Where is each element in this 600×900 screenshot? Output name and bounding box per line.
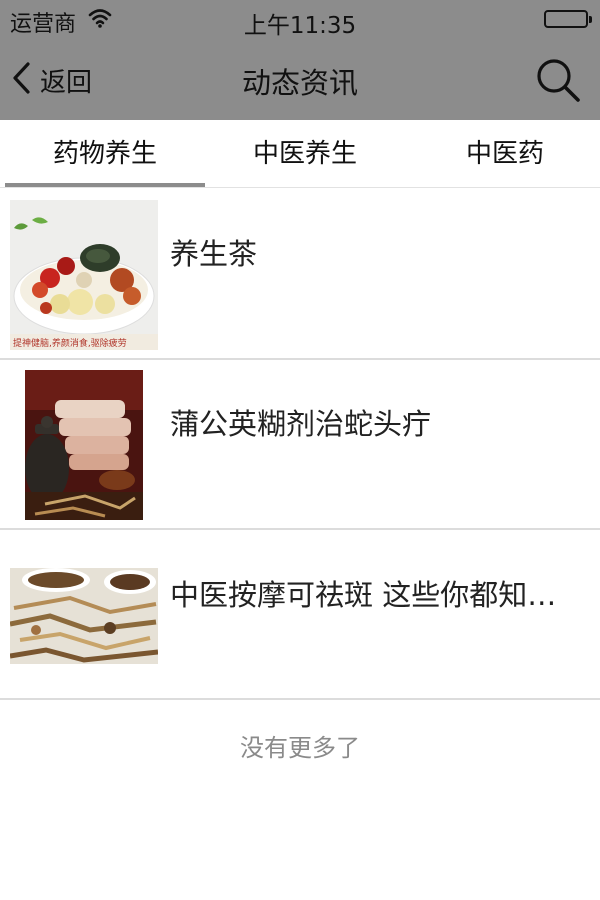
search-icon [534, 59, 582, 108]
tab-tcm-health[interactable]: 中医养生 [205, 120, 405, 188]
list-item[interactable]: 中医按摩可祛斑 这些你都知道吗 [0, 530, 600, 700]
search-button[interactable] [534, 56, 582, 104]
category-tabs: 药物养生 中医养生 中医药 [0, 120, 600, 188]
herbal-tea-thumbnail: 提神健脑,养颜消食,驱除疲劳 [10, 200, 158, 350]
battery-icon [544, 10, 592, 28]
page-title: 动态资讯 [241, 66, 358, 100]
active-tab-indicator [5, 183, 205, 187]
list-item[interactable]: 蒲公英糊剂治蛇头疔 [0, 360, 600, 530]
herbal-jar-thumbnail [25, 370, 143, 520]
tab-tcm-medicine[interactable]: 中医药 [405, 120, 600, 188]
status-time: 上午11:35 [243, 13, 357, 39]
status-bar: 运营商 上午11:35 [0, 0, 600, 40]
list-item[interactable]: 提神健脑,养颜消食,驱除疲劳 养生茶 [0, 190, 600, 360]
no-more-label: 没有更多了 [240, 734, 360, 762]
tab-drug-health[interactable]: 药物养生 [5, 120, 205, 188]
herbs-thumbnail [9, 568, 159, 664]
article-title: 养生茶 [170, 237, 258, 271]
thumbnail-caption: 提神健脑,养颜消食,驱除疲劳 [13, 339, 127, 349]
navigation-bar: 返回 动态资讯 [0, 40, 600, 120]
battery-nub [589, 16, 592, 23]
article-title: 中医按摩可祛斑 这些你都知道吗 [170, 578, 580, 612]
article-title: 蒲公英糊剂治蛇头疔 [170, 407, 432, 441]
article-list: 提神健脑,养颜消食,驱除疲劳 养生茶 蒲公英糊剂治蛇头疔 中医按摩可祛斑 这些你… [0, 190, 600, 700]
